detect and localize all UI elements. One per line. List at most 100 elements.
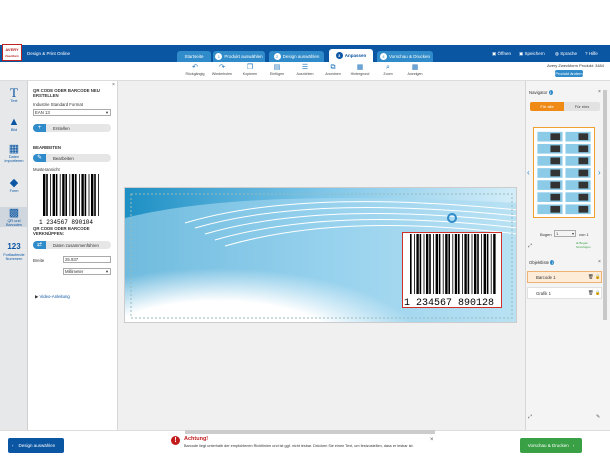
undo-icon: ↶: [192, 64, 198, 71]
nav-barcodes[interactable]: ▩ QR und Barcodes: [0, 207, 28, 227]
tab-produkt[interactable]: 1 Produkt auswählen: [213, 51, 265, 62]
arrange-button[interactable]: ⧉ Anordnen: [320, 64, 346, 76]
sheet-thumbnail[interactable]: [533, 127, 595, 218]
paste-button[interactable]: ▤ Einfügen: [264, 64, 290, 76]
canvas-barcode[interactable]: 1 234567 890128: [402, 232, 502, 308]
view-button[interactable]: ▦ Anzeigen: [402, 64, 428, 76]
apply-one-toggle[interactable]: Für eins: [564, 102, 600, 111]
chevron-right-icon[interactable]: ›: [598, 168, 601, 177]
toolbar-label: Rückgängig: [185, 72, 205, 76]
barcode-bar: [410, 234, 412, 294]
add-sheet-button[interactable]: ⊕ Bogen hinzufügen: [576, 241, 600, 249]
rotate-handle-icon[interactable]: [447, 213, 457, 223]
chevron-down-icon: ▾: [105, 269, 108, 274]
close-icon[interactable]: ×: [598, 259, 601, 265]
copy-button[interactable]: ❐ Kopieren: [237, 64, 263, 76]
close-icon[interactable]: ×: [598, 89, 601, 95]
nav-numbers[interactable]: 123 Fortlaufende Nummern: [0, 241, 28, 261]
barcode-bar: [477, 234, 479, 294]
link-heading: QR CODE ODER BARCODE VERKNÜPFEN:: [33, 226, 90, 236]
nav-import[interactable]: ▦ Daten importieren: [0, 143, 28, 163]
barcode-bar: [94, 174, 96, 216]
chevron-left-icon[interactable]: ‹: [527, 168, 530, 177]
unit-select[interactable]: Millimeter ▾: [63, 268, 111, 275]
step-number: 4: [379, 53, 387, 60]
panel-heading: QR CODE ODER BARCODE NEU ERSTELLEN: [33, 88, 100, 98]
tab-anpassen[interactable]: 3 Anpassen: [329, 49, 373, 62]
back-button[interactable]: ‹ Design auswählen: [8, 438, 64, 453]
nav-label: Text: [10, 99, 18, 103]
thumbnail-barcode: [550, 169, 561, 177]
horizontal-scrollbar[interactable]: [185, 430, 435, 434]
next-button[interactable]: Vorschau & Drucken ›: [520, 438, 582, 453]
barcode-bar: [462, 234, 463, 294]
background-button[interactable]: ▦ Hintergrund: [347, 64, 373, 76]
thumbnail-barcode: [550, 181, 561, 189]
avery-logo[interactable]: AVERY Zweckform: [2, 44, 22, 61]
redo-button[interactable]: ↷ Wiederholen: [209, 64, 235, 76]
barcode-bar: [483, 234, 486, 294]
tab-startseite[interactable]: Startseite: [177, 51, 211, 62]
barcode-bar: [98, 174, 99, 216]
barcode-bar: [50, 174, 51, 216]
language-link[interactable]: ◍ Sprache: [555, 51, 577, 57]
nav-label: Form: [9, 189, 19, 193]
thumbnail-barcode: [550, 145, 561, 153]
barcode-bar: [416, 234, 419, 294]
expand-icon[interactable]: ⤢: [528, 414, 532, 420]
zoom-button[interactable]: ⌕ Zoom: [375, 64, 401, 76]
undo-button[interactable]: ↶ Rückgängig: [182, 64, 208, 76]
save-icon: ▣: [519, 51, 524, 56]
thumbnail-barcode: [550, 133, 561, 141]
align-button[interactable]: ☰ Ausrichten: [292, 64, 318, 76]
sheet-value: 1: [556, 231, 559, 236]
lock-icon[interactable]: 🔒: [595, 290, 600, 296]
panel-scrollbar[interactable]: [603, 90, 607, 320]
create-button[interactable]: + Erstellen: [33, 124, 111, 132]
nav-label: Daten importieren: [4, 155, 24, 163]
barcode-bar: [65, 174, 67, 216]
thumbnail-barcode: [578, 193, 589, 201]
help-label: Hilfe: [588, 51, 598, 56]
alert-title: Achtung!: [184, 436, 209, 442]
object-label: Grafik 1: [536, 291, 552, 296]
nav-shape[interactable]: ◆ Form: [0, 177, 28, 193]
format-select[interactable]: EAN 13 ▾: [33, 109, 111, 116]
trash-icon[interactable]: 🗑: [588, 274, 593, 280]
object-item-graphic[interactable]: Grafik 1 🗑 🔒: [527, 287, 602, 299]
edit-button[interactable]: ✎ Bearbeiten: [33, 154, 111, 162]
edit-icon[interactable]: ✎: [596, 414, 600, 420]
close-icon[interactable]: ×: [430, 437, 434, 443]
width-input[interactable]: 25.937: [63, 256, 111, 263]
tab-design[interactable]: 2 Design auswählen: [269, 51, 324, 62]
nav-image[interactable]: ▲ Bild: [0, 116, 28, 132]
button-label: Daten zusammenführen: [53, 243, 99, 248]
step-number: 1: [215, 53, 223, 60]
nav-label: QR und Barcodes: [5, 219, 23, 227]
close-icon[interactable]: ×: [112, 82, 115, 88]
barcode-bar: [71, 174, 75, 216]
objects-label: Objektliste: [529, 260, 550, 265]
save-link[interactable]: ▣ Speichern: [519, 51, 545, 57]
align-icon: ☰: [301, 64, 309, 71]
change-product-button[interactable]: Produkt ändern: [555, 70, 583, 77]
toolbar-label: Ausrichten: [296, 72, 314, 76]
lock-icon[interactable]: 🔒: [595, 274, 600, 280]
tab-vorschau[interactable]: 4 Vorschau & Drucken: [377, 51, 433, 62]
copy-icon: ❐: [246, 64, 254, 71]
product-info: Avery Zweckform Produkt: 3484: [547, 63, 604, 68]
width-label: Breite: [33, 258, 45, 263]
open-link[interactable]: ▣ Öffnen: [492, 51, 511, 57]
trash-icon[interactable]: 🗑: [588, 290, 593, 296]
help-link[interactable]: ? Hilfe: [585, 51, 598, 56]
merge-data-button[interactable]: ⇄ Daten zusammenführen: [33, 241, 111, 249]
video-link[interactable]: ▶ Video-Anleitung: [35, 294, 70, 300]
object-item-barcode[interactable]: Barcode 1 🗑 🔒: [527, 271, 602, 283]
expand-icon[interactable]: ⤢: [528, 243, 532, 249]
sheet-select[interactable]: 1 ▾: [554, 230, 576, 237]
apply-all-toggle[interactable]: Für alle: [530, 102, 564, 111]
navigator-title: Navigator i: [529, 90, 553, 95]
save-label: Speichern: [524, 51, 545, 56]
nav-text[interactable]: T Text: [0, 86, 28, 103]
add-sheet-label: Bogen hinzufügen: [576, 241, 591, 249]
